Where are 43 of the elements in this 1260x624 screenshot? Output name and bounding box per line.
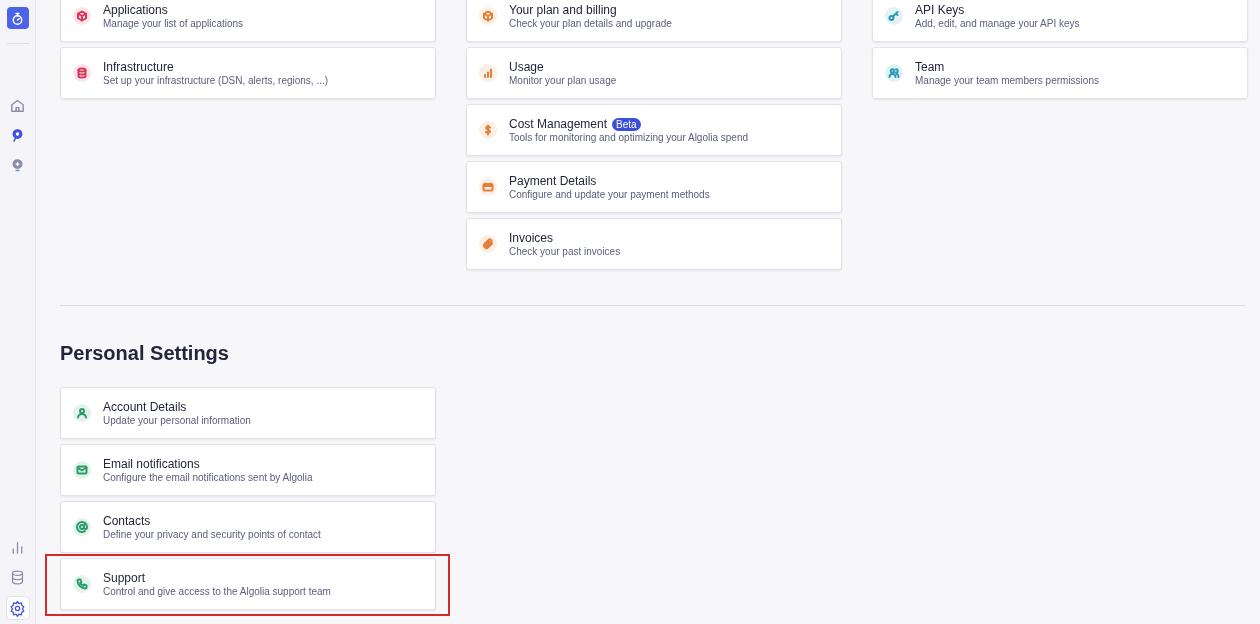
stopwatch-logo-icon[interactable] xyxy=(6,7,29,29)
card-title: Invoices xyxy=(509,231,554,245)
settings-card[interactable]: Your plan and billing Check your plan details and upgrade xyxy=(466,0,842,42)
section-heading: Personal Settings xyxy=(60,342,230,365)
card-description: Control and give access to the Algolia support team xyxy=(103,586,331,597)
card-title: Infrastructure xyxy=(103,60,174,74)
card-description: Set up your infrastructure (DSN, alerts, regions, ...) xyxy=(103,75,329,86)
card-description: Update your personal information xyxy=(103,415,251,426)
card-title: Account Details xyxy=(103,400,187,414)
card-title: Contacts xyxy=(103,514,151,528)
card-description: Check your past invoices xyxy=(509,246,621,257)
settings-card[interactable]: Support Control and give access to the Algolia support team xyxy=(60,558,436,610)
settings-card[interactable]: Applications Manage your list of applications xyxy=(60,0,436,42)
settings-card[interactable]: Team Manage your team members permissions xyxy=(872,47,1248,99)
card-description: Check your plan details and upgrade xyxy=(509,18,672,29)
settings-card[interactable]: Infrastructure Set up your infrastructure (DSN, alerts, regions, ...) xyxy=(60,47,436,99)
card-description: Manage your list of applications xyxy=(103,18,244,29)
card-title: Team xyxy=(915,60,945,74)
card-description: Tools for monitoring and optimizing your Algolia spend xyxy=(509,132,749,143)
settings-card[interactable]: Account Details Update your personal information xyxy=(60,387,436,439)
settings-icon[interactable] xyxy=(5,596,30,620)
card-title: Payment Details xyxy=(509,174,597,188)
settings-card[interactable]: Invoices Check your past invoices xyxy=(466,218,842,270)
card-title: Usage xyxy=(509,60,544,74)
card-description: Monitor your plan usage xyxy=(509,75,617,86)
settings-card[interactable]: Cost Management Beta Tools for monitoring and optimizing your Algolia spend xyxy=(466,104,842,156)
settings-card[interactable]: Usage Monitor your plan usage xyxy=(466,47,842,99)
beta-badge: Beta xyxy=(612,117,641,131)
settings-card[interactable]: Contacts Define your privacy and security points of contact xyxy=(60,501,436,553)
card-description: Add, edit, and manage your API keys xyxy=(915,18,1080,29)
card-title: Email notifications xyxy=(103,457,200,471)
card-description: Define your privacy and security points of contact xyxy=(103,529,321,540)
card-description: Configure and update your payment methods xyxy=(509,189,710,200)
settings-card[interactable]: Email notifications Configure the email notifications sent by Algolia xyxy=(60,444,436,496)
card-title: Cost Management xyxy=(509,117,608,131)
card-description: Manage your team members permissions xyxy=(915,75,1099,86)
card-title: API Keys xyxy=(915,3,965,17)
card-title: Your plan and billing xyxy=(509,3,617,17)
card-title: Support xyxy=(103,571,146,585)
card-description: Configure the email notifications sent by Algolia xyxy=(103,472,313,483)
card-title: Applications xyxy=(103,3,168,17)
settings-card[interactable]: Payment Details Configure and update your payment methods xyxy=(466,161,842,213)
settings-card[interactable]: API Keys Add, edit, and manage your API keys xyxy=(872,0,1248,42)
